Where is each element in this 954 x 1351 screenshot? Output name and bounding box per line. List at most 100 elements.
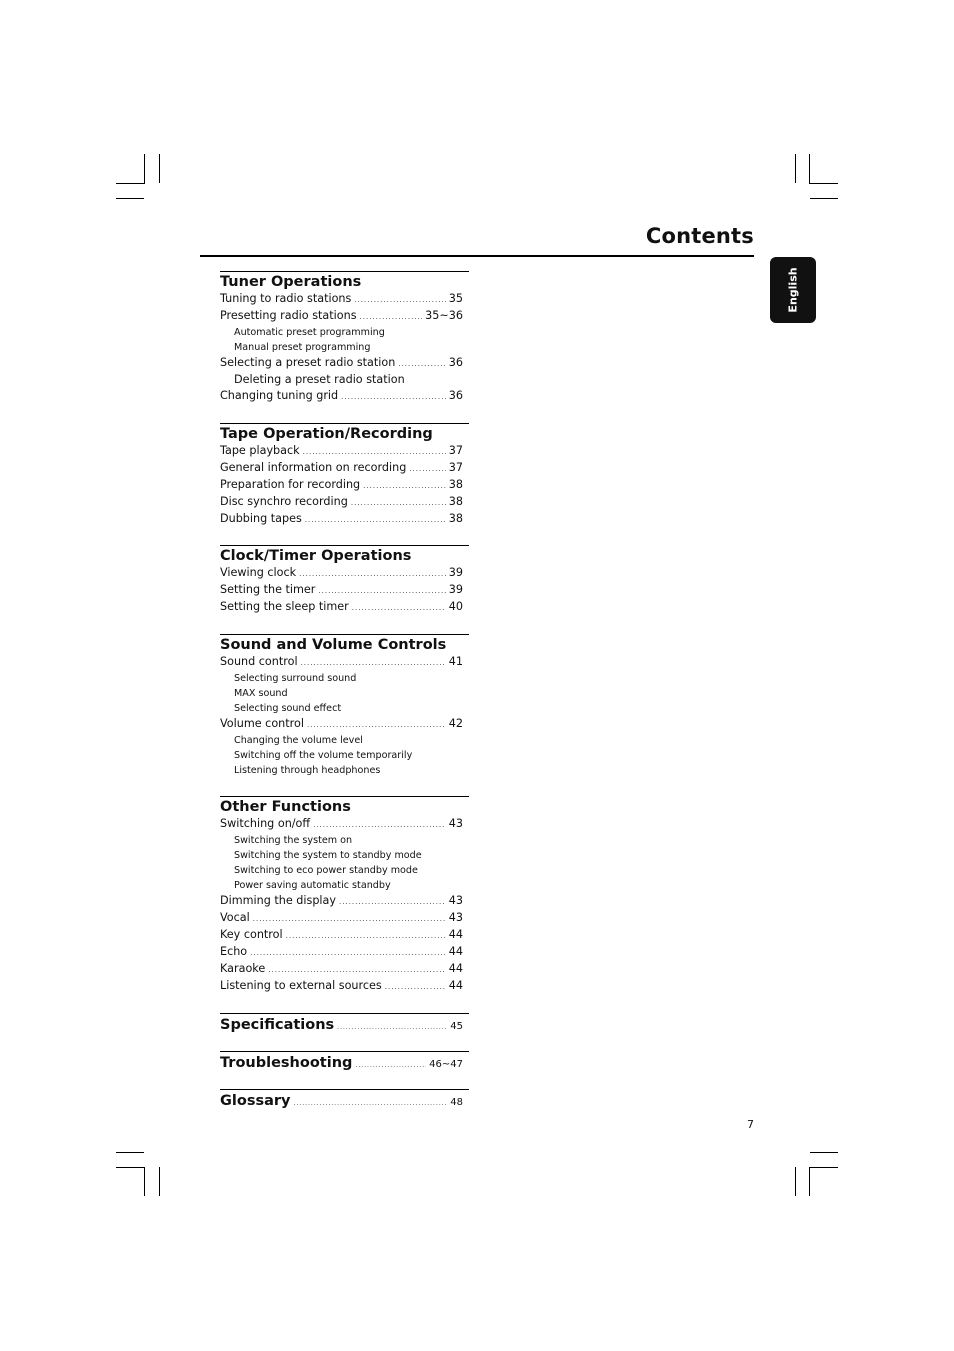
toc-subentry[interactable]: Selecting surround sound — [220, 671, 469, 686]
toc-entry[interactable]: Dubbing tapes 38 — [220, 511, 469, 528]
entry-label: Switching on/off — [220, 817, 311, 830]
toc-section-sound-volume: Sound and Volume Controls Sound control 4… — [220, 634, 469, 778]
toc-subentry[interactable]: Switching the system to standby mode — [220, 848, 469, 863]
entry-label: Tuning to radio stations — [220, 292, 352, 305]
crop-mark — [144, 1167, 145, 1196]
toc-section-specifications[interactable]: Specifications 45 — [220, 1013, 469, 1035]
toc-section-troubleshooting[interactable]: Troubleshooting 46~47 — [220, 1051, 469, 1073]
crop-mark — [116, 183, 145, 184]
entry-label: Karaoke — [220, 962, 266, 975]
leader-dots — [354, 292, 445, 308]
language-tab: English — [770, 257, 816, 323]
entry-page: 36 — [448, 356, 463, 369]
entry-label: Dubbing tapes — [220, 512, 302, 525]
section-heading: Tape Operation/Recording — [220, 426, 433, 442]
leader-dots — [385, 979, 446, 995]
entry-page: 42 — [448, 717, 463, 730]
leader-dots — [318, 583, 445, 599]
toc-subentry[interactable]: Manual preset programming — [220, 340, 469, 355]
entry-label: General information on recording — [220, 461, 407, 474]
leader-dots — [363, 478, 446, 494]
leader-dots — [341, 389, 446, 405]
toc-entry[interactable]: Karaoke 44 — [220, 961, 469, 978]
toc-subentry[interactable]: Listening through headphones — [220, 763, 469, 778]
entry-page: 37 — [448, 444, 463, 457]
toc-subentry[interactable]: Changing the volume level — [220, 733, 469, 748]
leader-dots — [299, 566, 446, 582]
page-number: 7 — [747, 1118, 754, 1131]
entry-page: 38 — [448, 495, 463, 508]
entry-label: Echo — [220, 945, 248, 958]
leader-dots — [253, 911, 446, 927]
entry-page: 36 — [448, 389, 463, 402]
crop-mark — [159, 1167, 160, 1196]
toc-entry[interactable]: Listening to external sources 44 — [220, 978, 469, 995]
entry-page: 44 — [448, 928, 463, 941]
toc-entry[interactable]: Key control 44 — [220, 927, 469, 944]
toc-subentry[interactable]: Deleting a preset radio station — [220, 372, 469, 388]
toc-entry[interactable]: Switching on/off 43 — [220, 816, 469, 833]
crop-mark — [809, 1167, 810, 1196]
entry-page: 43 — [448, 911, 463, 924]
section-heading: Glossary — [220, 1093, 291, 1109]
toc-entry[interactable]: Disc synchro recording 38 — [220, 494, 469, 511]
toc-entry[interactable]: Tape playback 37 — [220, 443, 469, 460]
leader-dots — [313, 817, 446, 833]
entry-page: 44 — [448, 962, 463, 975]
entry-label: Disc synchro recording — [220, 495, 348, 508]
section-heading: Tuner Operations — [220, 274, 362, 290]
toc-entry[interactable]: Selecting a preset radio station 36 — [220, 355, 469, 372]
leader-dots — [355, 1062, 426, 1069]
toc-entry[interactable]: Volume control 42 — [220, 716, 469, 733]
entry-label: Setting the timer — [220, 583, 316, 596]
toc-entry[interactable]: Tuning to radio stations 35 — [220, 291, 469, 308]
crop-mark — [795, 154, 796, 183]
toc-subentry[interactable]: Selecting sound effect — [220, 701, 469, 716]
entry-label: Presetting radio stations — [220, 309, 357, 322]
entry-page: 35 — [448, 292, 463, 305]
leader-dots — [409, 461, 445, 477]
entry-label: Dimming the display — [220, 894, 337, 907]
entry-page: 45 — [450, 1021, 463, 1032]
toc-entry[interactable]: Sound control 41 — [220, 654, 469, 671]
entry-page: 48 — [450, 1097, 463, 1108]
toc-subentry[interactable]: Switching off the volume temporarily — [220, 748, 469, 763]
toc-entry[interactable]: Setting the sleep timer 40 — [220, 599, 469, 616]
crop-mark — [809, 183, 838, 184]
entry-page: 38 — [448, 512, 463, 525]
entry-page: 41 — [448, 655, 463, 668]
entry-label: Selecting a preset radio station — [220, 356, 396, 369]
leader-dots — [286, 928, 446, 944]
title-rule — [200, 255, 754, 257]
crop-mark — [159, 154, 160, 183]
toc-section-other-functions: Other Functions Switching on/off 43 Switc… — [220, 796, 469, 995]
toc-entry[interactable]: Setting the timer 39 — [220, 582, 469, 599]
toc-subentry[interactable]: Switching to eco power standby mode — [220, 863, 469, 878]
entry-label: Key control — [220, 928, 283, 941]
toc-entry[interactable]: Echo 44 — [220, 944, 469, 961]
toc-subentry[interactable]: Switching the system on — [220, 833, 469, 848]
entry-page: 40 — [448, 600, 463, 613]
page-title: Contents — [645, 224, 754, 248]
crop-mark — [116, 1167, 145, 1168]
toc-subentry[interactable]: Power saving automatic standby — [220, 878, 469, 893]
leader-dots — [301, 655, 446, 671]
toc-entry[interactable]: Presetting radio stations 35~36 — [220, 308, 469, 325]
leader-dots — [360, 309, 423, 325]
toc-entry[interactable]: Dimming the display 43 — [220, 893, 469, 910]
toc-subentry[interactable]: Automatic preset programming — [220, 325, 469, 340]
toc-entry[interactable]: Viewing clock 39 — [220, 565, 469, 582]
toc-section-glossary[interactable]: Glossary 48 — [220, 1089, 469, 1111]
toc-entry[interactable]: Vocal 43 — [220, 910, 469, 927]
toc-entry[interactable]: Changing tuning grid 36 — [220, 388, 469, 405]
section-heading: Other Functions — [220, 799, 351, 815]
entry-label: Viewing clock — [220, 566, 297, 579]
entry-page: 43 — [448, 894, 463, 907]
crop-mark — [809, 154, 810, 184]
crop-mark — [116, 198, 144, 199]
entry-label: Sound control — [220, 655, 298, 668]
toc-entry[interactable]: General information on recording 37 — [220, 460, 469, 477]
toc-entry[interactable]: Preparation for recording 38 — [220, 477, 469, 494]
toc-subentry[interactable]: MAX sound — [220, 686, 469, 701]
leader-dots — [351, 495, 446, 511]
